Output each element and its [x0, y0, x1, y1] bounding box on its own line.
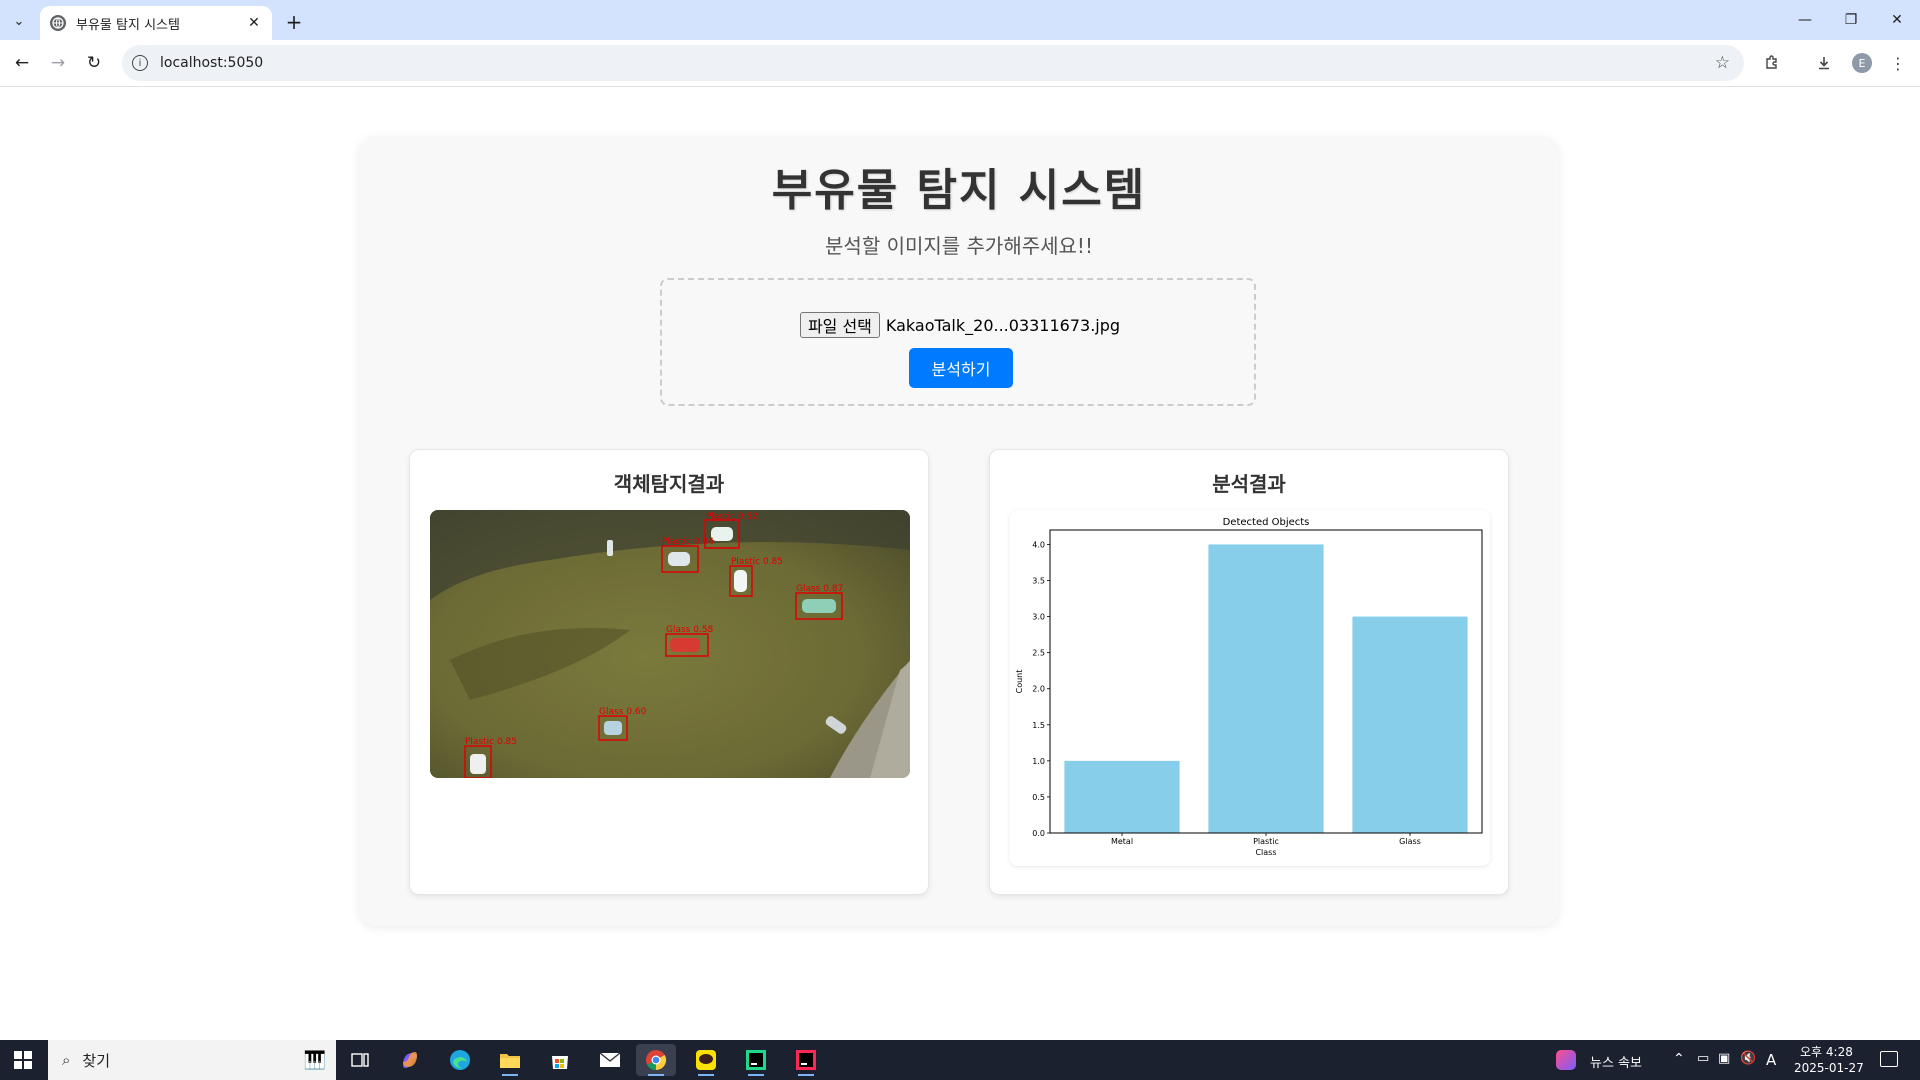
minimize-icon[interactable]: —: [1782, 6, 1828, 34]
speaker-muted-icon[interactable]: 🔇: [1740, 1051, 1756, 1066]
mail-icon[interactable]: [590, 1044, 630, 1076]
chart-y-axis-label: Count: [1015, 670, 1024, 694]
clock-time[interactable]: 오후 4:28: [1800, 1043, 1853, 1060]
url-text[interactable]: localhost:5050: [160, 55, 1715, 71]
ime-indicator[interactable]: A: [1766, 1051, 1776, 1069]
tray-chevron-up-icon[interactable]: ⌃: [1673, 1051, 1685, 1067]
tab-close-icon[interactable]: ✕: [244, 13, 264, 33]
chart-title: Detected Objects: [1223, 517, 1310, 528]
search-icon: ⌕: [62, 1051, 71, 1069]
tab-search-chevron-icon[interactable]: ⌄: [6, 8, 32, 34]
task-view-icon[interactable]: [340, 1044, 380, 1076]
chart-y-tick-label: 2.5: [1032, 649, 1045, 658]
news-widget-icon[interactable]: [1556, 1050, 1576, 1070]
chart-y-tick-label: 1.0: [1032, 757, 1045, 766]
file-input[interactable]: 파일 선택 KakaoTalk_20...03311673.jpg: [662, 312, 1258, 338]
back-arrow-icon[interactable]: ←: [8, 49, 36, 77]
detection-label-1: Plastic 0.52: [706, 512, 758, 522]
kakaotalk-icon[interactable]: [686, 1044, 726, 1076]
chart-y-tick-label: 1.5: [1032, 721, 1045, 730]
detection-label-7: Plastic 0.85: [465, 737, 517, 747]
chart-y-tick-label: 4.0: [1032, 540, 1045, 549]
edge-browser-icon[interactable]: [440, 1044, 480, 1076]
taskbar-search-label: 찾기: [82, 1051, 111, 1070]
copilot-icon[interactable]: [390, 1044, 430, 1076]
page-title: 부유물 탐지 시스템: [771, 165, 1147, 216]
chart-bar-metal: [1064, 760, 1180, 833]
intellij-icon[interactable]: [786, 1044, 826, 1076]
reload-icon[interactable]: ↻: [80, 49, 108, 77]
detection-image-svg: Plastic 0.52 Plastic 0.84 Plastic 0.85 G…: [430, 510, 910, 778]
new-tab-plus-icon[interactable]: +: [280, 8, 308, 36]
main-container: 부유물 탐지 시스템 분석할 이미지를 추가해주세요!! 파일 선택 Kakao…: [359, 136, 1559, 926]
browser-toolbar: ← → ↻ i localhost:5050 ☆ E ⋮: [0, 40, 1920, 87]
window-close-icon[interactable]: ✕: [1874, 6, 1920, 34]
notification-icon[interactable]: [1880, 1051, 1898, 1067]
upload-box: 파일 선택 KakaoTalk_20...03311673.jpg 분석하기: [660, 278, 1256, 406]
detection-label-5: Glass 0.58: [666, 625, 714, 635]
bar-chart: Metal Plastic Glass 0.0 0.5 1.0 1.5 2.0 2.5 3.0 3.…: [1010, 510, 1490, 866]
detection-image: Plastic 0.52 Plastic 0.84 Plastic 0.85 G…: [430, 510, 910, 778]
chart-y-tick-label: 0.0: [1032, 829, 1045, 838]
tab-title: 부유물 탐지 시스템: [76, 17, 180, 33]
detection-label-2: Plastic 0.84: [662, 537, 714, 547]
chart-y-tick-label: 0.5: [1032, 793, 1045, 802]
chart-x-tick-label: Metal: [1111, 837, 1133, 846]
analyze-button[interactable]: 분석하기: [909, 348, 1013, 388]
restore-icon[interactable]: ❐: [1828, 6, 1874, 34]
analysis-result-card: 분석결과 Metal Plastic Glass 0.0 0.5 1.0 1.5 2.0 2.5…: [989, 449, 1509, 895]
chart-x-tick-label: Plastic: [1253, 837, 1279, 846]
detection-label-6: Glass 0.60: [599, 707, 647, 717]
taskbar: ⌕ 찾기 🎹 뉴스 속보 ⌃ ▭ ▣ 🔇 A 오후 4:28 2025-01-2…: [0, 1040, 1920, 1080]
page-subtitle: 분석할 이미지를 추가해주세요!!: [825, 234, 1093, 258]
detection-label-3: Plastic 0.85: [731, 557, 783, 567]
site-info-icon[interactable]: i: [132, 55, 148, 71]
chart-y-tick-label: 3.5: [1032, 577, 1045, 586]
download-icon[interactable]: [1810, 49, 1838, 77]
tab-strip: ⌄ 부유물 탐지 시스템 ✕ + — ❐ ✕: [0, 0, 1920, 40]
browser-tab[interactable]: 부유물 탐지 시스템 ✕: [40, 6, 272, 40]
pycharm-icon[interactable]: [736, 1044, 776, 1076]
profile-initial: E: [1852, 53, 1872, 73]
chart-x-tick-label: Glass: [1399, 837, 1421, 846]
network-icon[interactable]: ▣: [1718, 1051, 1730, 1066]
forward-arrow-icon[interactable]: →: [44, 49, 72, 77]
news-widget-label[interactable]: 뉴스 속보: [1590, 1052, 1642, 1071]
camera-icon[interactable]: ▭: [1697, 1051, 1709, 1066]
globe-icon: [50, 15, 66, 31]
detection-card-title: 객체탐지결과: [613, 472, 725, 496]
address-bar[interactable]: i localhost:5050 ☆: [122, 45, 1744, 81]
chrome-icon[interactable]: [636, 1044, 676, 1076]
file-select-button[interactable]: 파일 선택: [799, 312, 880, 338]
chart-bar-glass: [1352, 616, 1468, 833]
bookmark-star-icon[interactable]: ☆: [1715, 53, 1730, 73]
extensions-puzzle-icon[interactable]: [1758, 49, 1786, 77]
taskbar-search-box[interactable]: ⌕ 찾기 🎹: [48, 1040, 336, 1080]
file-explorer-icon[interactable]: [490, 1044, 530, 1076]
microsoft-store-icon[interactable]: [540, 1044, 580, 1076]
profile-avatar[interactable]: E: [1848, 49, 1876, 77]
more-menu-icon[interactable]: ⋮: [1884, 49, 1912, 77]
detection-result-card: 객체탐지결과 Plastic 0.52 Plastic 0.84 Plastic…: [409, 449, 929, 895]
bar-chart-svg: Metal Plastic Glass 0.0 0.5 1.0 1.5 2.0 2.5 3.0 3.…: [1015, 517, 1483, 857]
clock-date[interactable]: 2025-01-27: [1794, 1061, 1864, 1075]
chart-x-axis-label: Class: [1255, 848, 1276, 857]
chart-bar-plastic: [1208, 544, 1324, 833]
selected-file-name: KakaoTalk_20...03311673.jpg: [885, 315, 1121, 335]
chart-y-tick-label: 3.0: [1032, 613, 1045, 622]
chart-y-tick-label: 2.0: [1032, 685, 1045, 694]
analysis-card-title: 분석결과: [1212, 472, 1286, 496]
search-highlight-piano-icon: 🎹: [303, 1049, 326, 1071]
detection-label-4: Glass 0.87: [796, 584, 843, 594]
windows-start-icon[interactable]: [0, 1040, 46, 1080]
